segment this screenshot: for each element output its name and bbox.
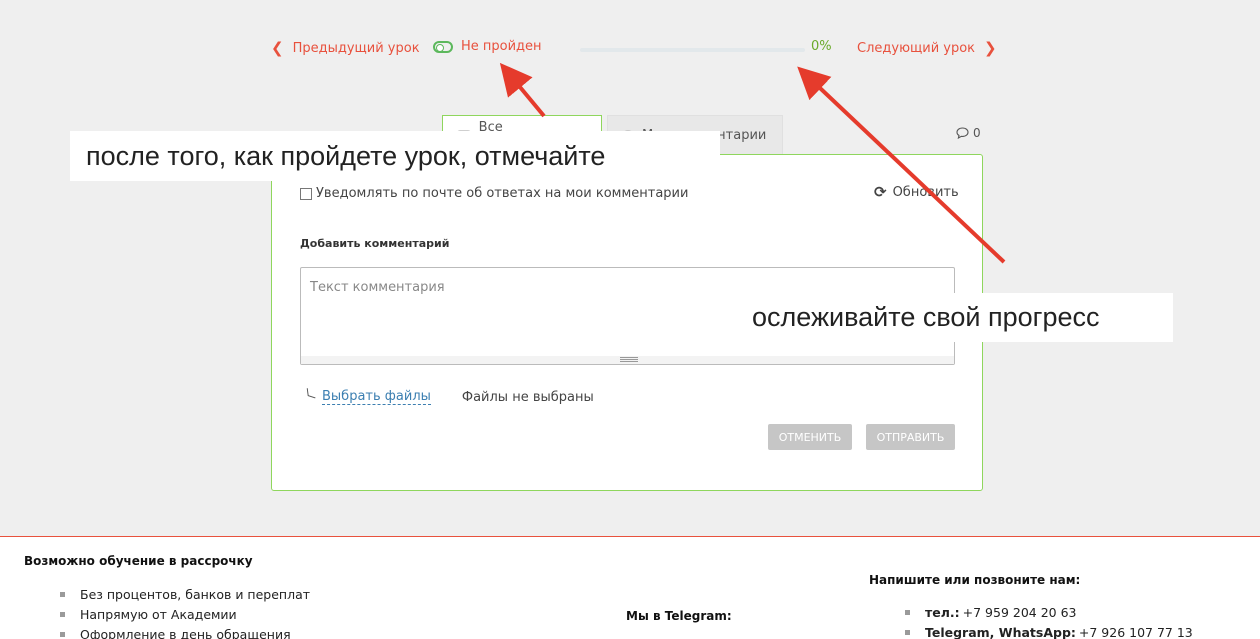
annotation-arrow-progress [797,66,1006,264]
annotation-arrow-status [499,62,546,118]
annotation-arrows [499,62,1006,264]
